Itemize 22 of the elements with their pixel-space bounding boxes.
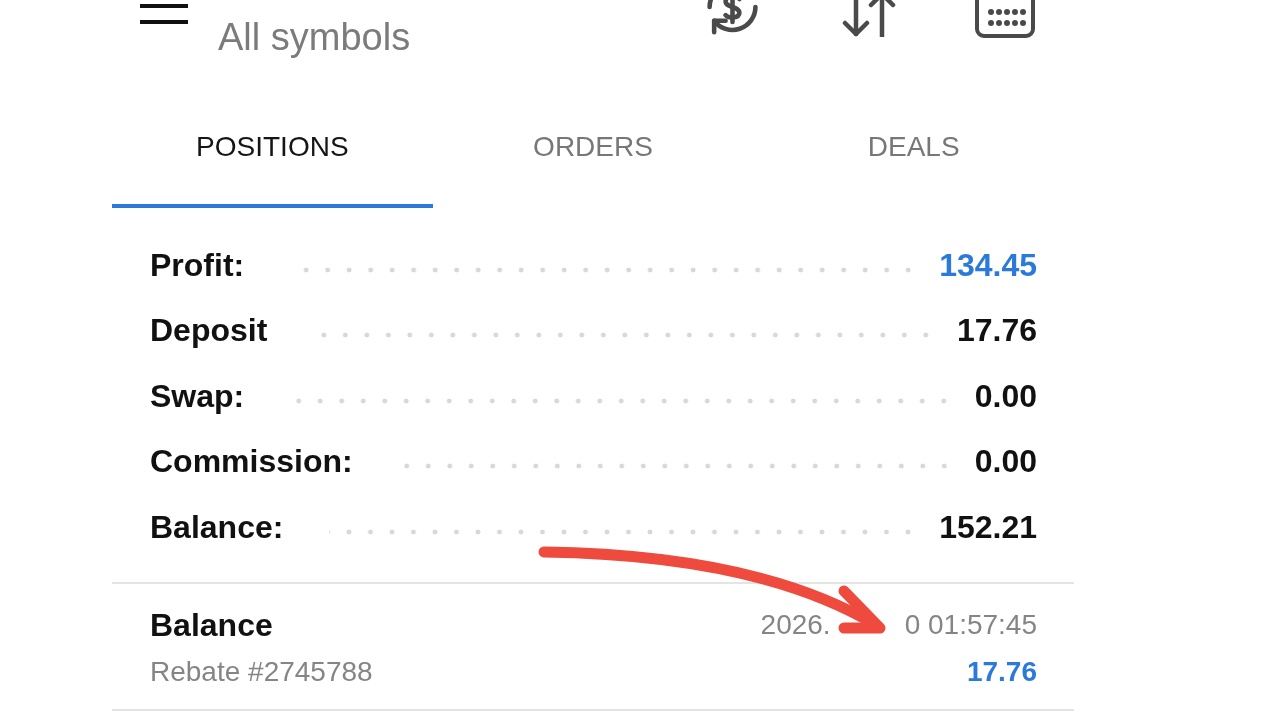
summary-label: Deposit — [150, 311, 268, 351]
calendar-icon[interactable] — [975, 0, 1035, 38]
deal-comment: Rebate #2745788 — [150, 654, 373, 689]
summary-label: Commission: — [150, 442, 353, 482]
summary-value: 134.45 — [939, 245, 1037, 285]
tab[interactable]: DEALS — [753, 96, 1074, 208]
tab[interactable]: ORDERS — [432, 96, 754, 208]
sort-arrows-icon[interactable] — [840, 0, 898, 37]
summary-value: 0.00 — [974, 376, 1037, 416]
header-subtitle: All symbols — [218, 15, 411, 59]
deal-title: Balance — [150, 605, 273, 644]
summary-value: 17.76 — [956, 311, 1037, 351]
deal-time: 2026. — [760, 607, 831, 642]
summary-label: Balance: — [150, 507, 284, 547]
summary-value: 152.21 — [939, 507, 1037, 547]
deal-time: 0 01:57:45 — [904, 607, 1037, 642]
summary-value: 0.00 — [974, 442, 1037, 482]
currency-exchange-icon[interactable] — [705, 0, 760, 37]
summary-label: Profit: — [150, 245, 245, 285]
tab[interactable]: POSITIONS — [112, 96, 433, 208]
deal-amount: 17.76 — [966, 654, 1037, 689]
summary-label: Swap: — [150, 376, 245, 416]
